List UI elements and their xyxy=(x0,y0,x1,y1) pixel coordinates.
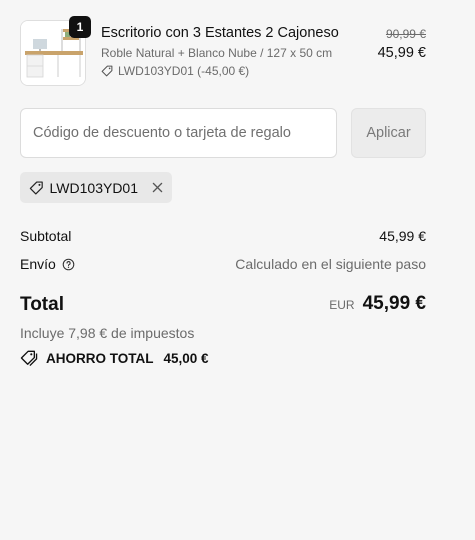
currency-code: EUR xyxy=(329,298,355,312)
product-discount-text: LWD103YD01 (-45,00 €) xyxy=(118,64,250,78)
applied-code-text: LWD103YD01 xyxy=(49,179,138,196)
help-icon[interactable] xyxy=(62,258,75,271)
product-title: Escritorio con 3 Estantes 2 Cajoneso xyxy=(101,25,339,41)
total-label: Total xyxy=(20,294,64,315)
product-thumbnail-wrapper: 1 xyxy=(20,16,91,86)
double-tag-icon xyxy=(20,350,38,366)
savings-value: 45,00 € xyxy=(163,350,209,366)
product-original-price: 90,99 € xyxy=(385,27,426,41)
shipping-value: Calculado en el siguiente paso xyxy=(235,256,426,272)
shipping-row-label: Envío xyxy=(20,256,75,272)
remove-discount-button[interactable] xyxy=(152,182,163,193)
shipping-label: Envío xyxy=(20,256,56,272)
product-price: 45,99 € xyxy=(377,45,426,61)
tag-icon xyxy=(29,180,43,195)
discount-code-input[interactable] xyxy=(20,108,337,158)
quantity-badge: 1 xyxy=(69,16,91,38)
total-amount: 45,99 € xyxy=(362,293,426,314)
subtotal-value: 45,99 € xyxy=(379,228,426,244)
total-value-group: EUR 45,99 € xyxy=(329,293,426,315)
total-savings: AHORRO TOTAL 45,00 € xyxy=(20,350,209,366)
applied-discount-chip: LWD103YD01 xyxy=(20,172,172,203)
tag-icon xyxy=(101,65,113,77)
savings-label: AHORRO TOTAL xyxy=(46,350,154,366)
product-variant: Roble Natural + Blanco Nube / 127 x 50 c… xyxy=(101,46,333,60)
product-discount-line: LWD103YD01 (-45,00 €) xyxy=(101,64,249,78)
tax-note: Incluye 7,98 € de impuestos xyxy=(20,325,195,341)
close-icon xyxy=(152,182,163,193)
apply-discount-button[interactable]: Aplicar xyxy=(351,108,426,158)
subtotal-label: Subtotal xyxy=(20,228,72,244)
